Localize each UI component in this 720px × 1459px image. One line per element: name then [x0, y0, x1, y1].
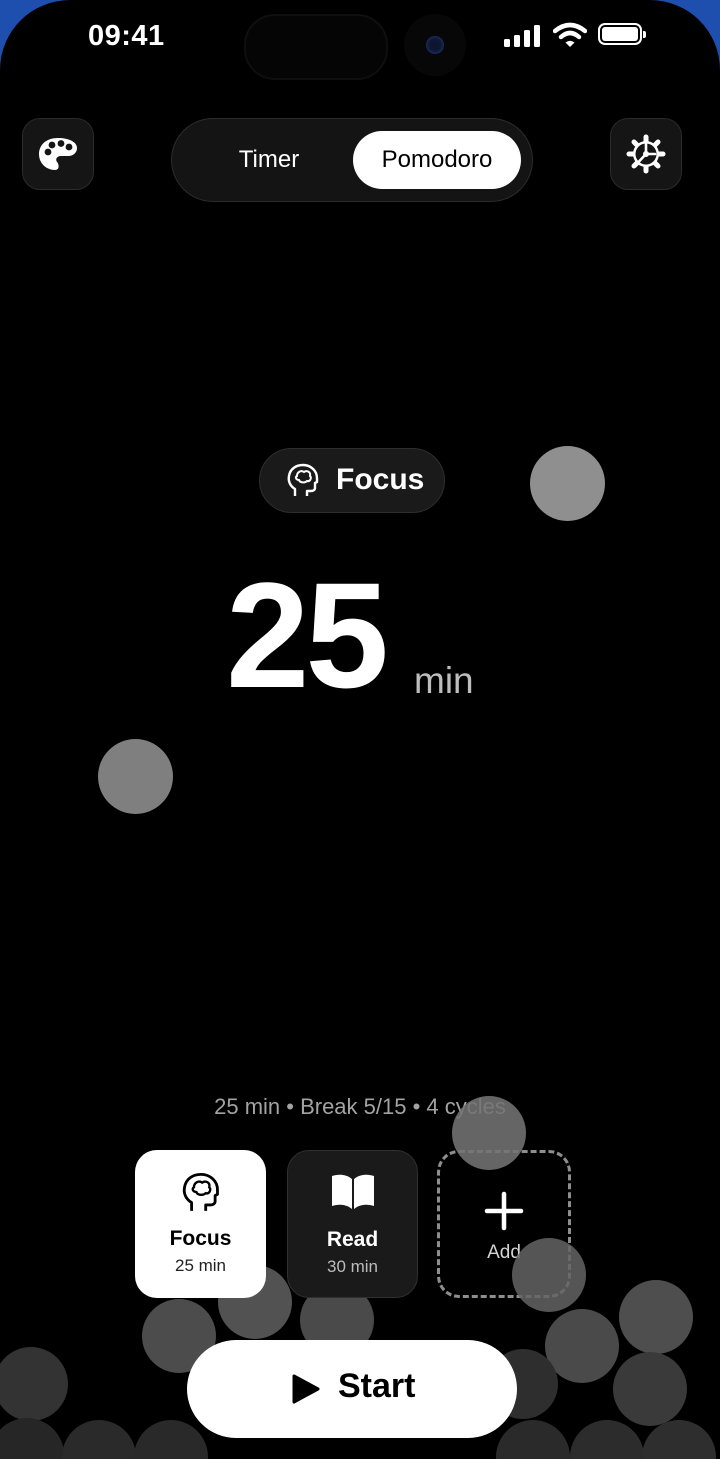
- mode-segmented-control: Timer Pomodoro: [171, 118, 533, 202]
- decorative-ball: [619, 1280, 693, 1354]
- settings-button[interactable]: [610, 118, 682, 190]
- decorative-ball: [134, 1420, 208, 1459]
- preset-duration: 25 min: [174, 1256, 227, 1275]
- decorative-ball: [98, 739, 173, 814]
- pomodoro-summary: 25 min • Break 5/15 • 4 cycles: [214, 1094, 506, 1119]
- play-icon: [292, 1374, 320, 1404]
- battery-icon: [598, 23, 646, 45]
- dynamic-island: [244, 14, 388, 80]
- brain-head-icon: [182, 1172, 219, 1211]
- decorative-ball: [0, 1418, 64, 1459]
- plus-icon: [484, 1191, 524, 1231]
- session-type-chip[interactable]: Focus: [259, 448, 445, 513]
- brain-head-icon: [287, 463, 319, 496]
- start-button[interactable]: Start: [187, 1340, 517, 1438]
- status-time: 09:41: [88, 20, 165, 52]
- settings-icon: [626, 134, 666, 174]
- wifi-icon: [553, 22, 587, 47]
- preset-name: Read: [326, 1228, 379, 1251]
- timer-unit: min: [414, 660, 474, 701]
- preset-card-read[interactable]: Read 30 min: [287, 1150, 418, 1298]
- decorative-ball: [0, 1347, 68, 1421]
- decorative-ball: [530, 446, 605, 521]
- book-icon: [331, 1174, 374, 1209]
- decorative-ball: [613, 1352, 687, 1426]
- tab-pomodoro[interactable]: Pomodoro: [353, 131, 521, 189]
- session-type-label: Focus: [336, 463, 425, 496]
- decorative-ball: [512, 1238, 586, 1312]
- decorative-ball: [452, 1096, 526, 1170]
- cellular-signal-icon: [504, 25, 542, 47]
- decorative-ball: [496, 1420, 570, 1459]
- tab-timer[interactable]: Timer: [202, 131, 336, 189]
- timer-minutes: 25: [226, 551, 389, 719]
- front-camera: [404, 14, 466, 76]
- preset-card-focus[interactable]: Focus 25 min: [135, 1150, 266, 1298]
- palette-icon: [39, 138, 77, 170]
- decorative-ball: [62, 1420, 136, 1459]
- decorative-ball: [570, 1420, 644, 1459]
- app-screen: 09:41 Timer Pomodoro Focus 25 min 25 min…: [0, 0, 720, 1459]
- start-label: Start: [338, 1367, 416, 1405]
- theme-palette-button[interactable]: [22, 118, 94, 190]
- preset-name: Focus: [169, 1227, 232, 1250]
- preset-duration: 30 min: [326, 1257, 379, 1276]
